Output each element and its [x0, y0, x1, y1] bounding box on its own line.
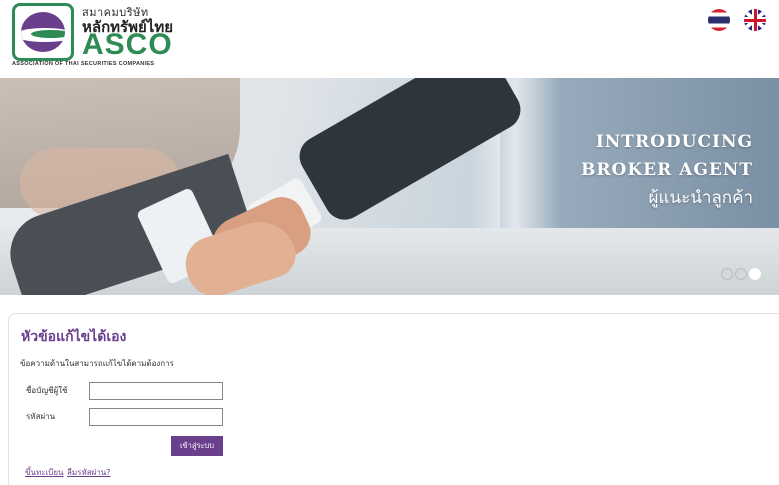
logo-subtitle: ASSOCIATION OF THAI SECURITIES COMPANIES: [12, 61, 155, 67]
thai-flag-icon[interactable]: [708, 9, 730, 31]
password-label: รหัสผ่าน: [26, 412, 56, 421]
username-label: ชื่อบัญชีผู้ใช้: [26, 386, 68, 395]
forgot-password-link[interactable]: ลืมรหัสผ่าน?: [67, 466, 111, 479]
password-input[interactable]: [89, 408, 223, 426]
banner-caption: INTRODUCING BROKER AGENT ผู้แนะนำลูกค้า: [581, 128, 753, 212]
hero-banner[interactable]: INTRODUCING BROKER AGENT ผู้แนะนำลูกค้า: [0, 78, 779, 295]
banner-subtitle: ผู้แนะนำลูกค้า: [648, 188, 753, 208]
header: สมาคมบริษัท หลักทรัพย์ไทย ASCO ASSOCIATI…: [0, 0, 779, 78]
banner-title-line1: INTRODUCING: [595, 132, 753, 152]
asco-logo[interactable]: สมาคมบริษัท หลักทรัพย์ไทย ASCO ASSOCIATI…: [12, 3, 222, 71]
login-title: หัวข้อแก้ไขได้เอง: [21, 329, 127, 345]
username-input[interactable]: [89, 382, 223, 400]
register-link[interactable]: ขึ้นทะเบียน: [25, 466, 63, 479]
logo-text-asco: ASCO: [82, 28, 173, 61]
slider-dot-2[interactable]: [735, 268, 747, 280]
page: สมาคมบริษัท หลักทรัพย์ไทย ASCO ASSOCIATI…: [0, 0, 779, 485]
slider-pagination: [721, 268, 761, 280]
login-button[interactable]: เข้าสู่ระบบ: [171, 436, 223, 456]
slider-dot-3[interactable]: [749, 268, 761, 280]
slider-dot-1[interactable]: [721, 268, 733, 280]
uk-flag-icon[interactable]: [744, 9, 766, 31]
login-panel: หัวข้อแก้ไขได้เอง ข้อความด้านในสามารถแก้…: [8, 313, 779, 485]
banner-title-line2: BROKER AGENT: [581, 160, 753, 180]
login-description: ข้อความด้านในสามารถแก้ไขได้ตามต้องการ: [20, 359, 174, 368]
asco-logo-mark-icon: [12, 3, 74, 61]
